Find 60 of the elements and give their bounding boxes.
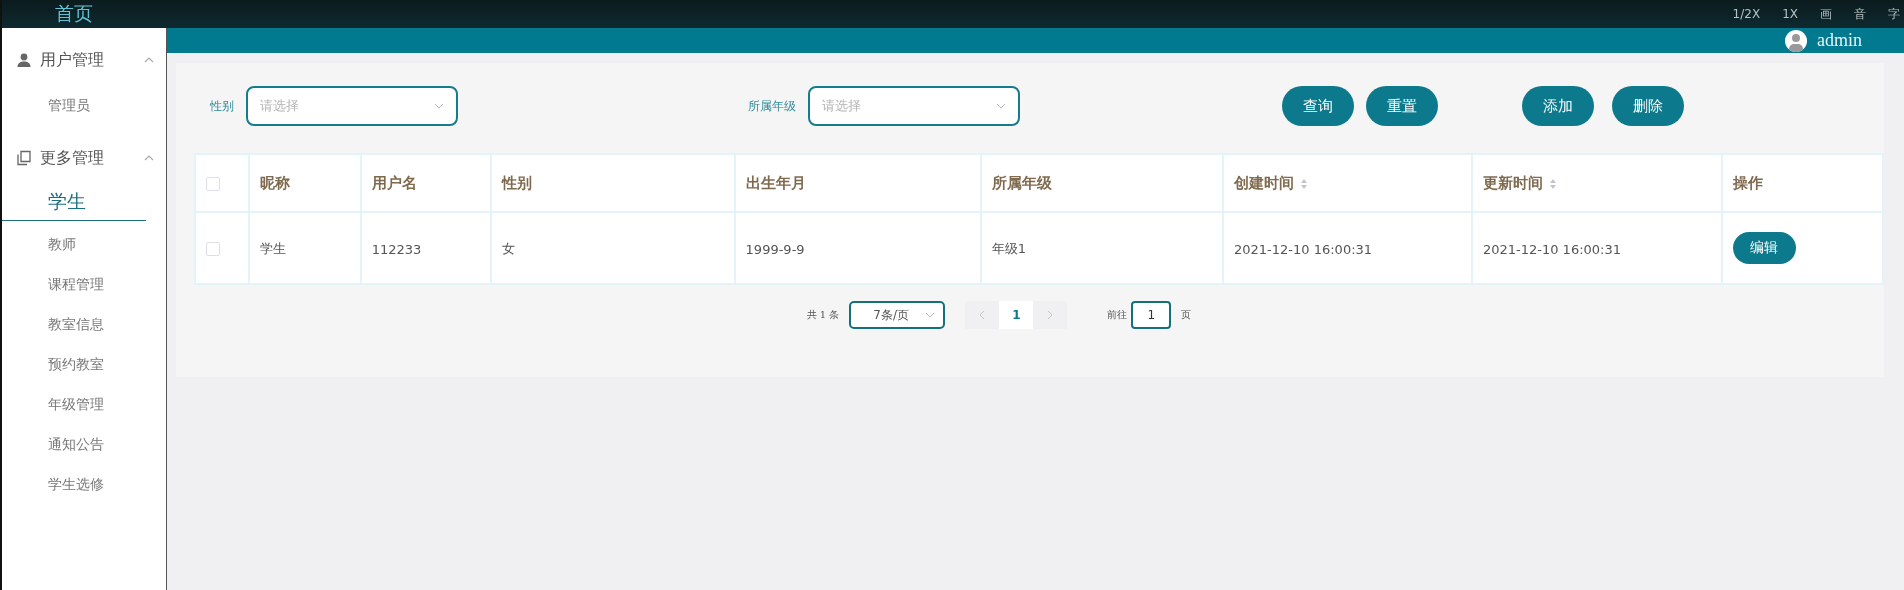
sidebar-item[interactable]: 通知公告 bbox=[2, 425, 166, 465]
menu-group[interactable]: 更多管理 bbox=[2, 138, 166, 178]
player-control[interactable]: 字 bbox=[1888, 5, 1900, 23]
sidebar-item[interactable]: 管理员 bbox=[2, 86, 166, 126]
column-header: 用户名 bbox=[371, 174, 417, 192]
table-cell: 女 bbox=[501, 241, 515, 256]
table-cell: 112233 bbox=[371, 241, 422, 257]
page-size-select[interactable]: 7条/页 bbox=[849, 301, 946, 329]
player-control[interactable]: 1/2X bbox=[1732, 7, 1761, 21]
player-control[interactable]: 画 bbox=[1820, 5, 1832, 23]
filter-label: 性别 bbox=[210, 97, 234, 115]
avatar-icon[interactable] bbox=[1785, 29, 1807, 52]
checkbox[interactable] bbox=[206, 177, 220, 191]
column-header: 所属年级 bbox=[991, 174, 1052, 192]
player-control[interactable]: 音 bbox=[1854, 5, 1866, 23]
search-button[interactable]: 重置 bbox=[1366, 86, 1438, 126]
checkbox[interactable] bbox=[206, 242, 220, 256]
action-button[interactable]: 删除 bbox=[1612, 86, 1684, 126]
sort-icon[interactable] bbox=[1300, 177, 1308, 190]
menu-group[interactable]: 用户管理 bbox=[2, 40, 166, 80]
sidebar-item[interactable]: 预约教室 bbox=[2, 345, 166, 385]
dropdown-icon bbox=[434, 103, 444, 109]
copy-icon bbox=[16, 150, 32, 166]
column-header: 创建时间 bbox=[1234, 174, 1294, 192]
sidebar-item[interactable]: 学生 bbox=[2, 184, 146, 221]
table-cell: 1999-9-9 bbox=[745, 241, 805, 257]
sidebar-item[interactable]: 年级管理 bbox=[2, 385, 166, 425]
user-name[interactable]: admin bbox=[1817, 30, 1862, 51]
home-link[interactable]: 首页 bbox=[2, 1, 166, 27]
total-count: 共 1 条 bbox=[806, 308, 840, 322]
sort-icon[interactable] bbox=[1548, 177, 1557, 190]
user-icon bbox=[16, 52, 32, 68]
table-cell: 2021-12-10 16:00:31 bbox=[1482, 241, 1621, 257]
page-suffix: 页 bbox=[1181, 308, 1192, 322]
sidebar-item[interactable]: 教师 bbox=[2, 225, 166, 265]
action-button[interactable]: 添加 bbox=[1522, 86, 1594, 126]
table-cell: 学生 bbox=[260, 241, 287, 256]
prev-page-icon[interactable] bbox=[979, 310, 986, 320]
chevron-icon bbox=[144, 57, 154, 63]
dropdown-icon bbox=[925, 312, 936, 318]
goto-label: 前往 bbox=[1107, 308, 1128, 322]
sidebar-item[interactable]: 教室信息 bbox=[2, 305, 166, 345]
sidebar-item[interactable]: 学生选修 bbox=[2, 465, 166, 505]
dropdown-icon bbox=[996, 103, 1006, 109]
chevron-icon bbox=[144, 155, 154, 161]
search-button[interactable]: 查询 bbox=[1282, 86, 1354, 126]
table-cell: 2021-12-10 16:00:31 bbox=[1234, 241, 1373, 257]
column-header: 更新时间 bbox=[1482, 174, 1543, 192]
player-control[interactable]: 1X bbox=[1782, 7, 1798, 21]
page-number[interactable]: 1 bbox=[999, 301, 1034, 329]
table-cell: 年级1 bbox=[991, 241, 1027, 256]
column-header: 操作 bbox=[1732, 174, 1763, 192]
filter-label: 所属年级 bbox=[748, 97, 796, 115]
sidebar-item[interactable]: 课程管理 bbox=[2, 265, 166, 305]
column-header: 昵称 bbox=[260, 174, 291, 192]
page-input[interactable]: 1 bbox=[1131, 301, 1172, 329]
next-page-icon[interactable] bbox=[1047, 310, 1054, 320]
edit-button[interactable]: 编辑 bbox=[1732, 232, 1796, 264]
column-header: 出生年月 bbox=[745, 174, 806, 192]
column-header: 性别 bbox=[501, 174, 532, 192]
